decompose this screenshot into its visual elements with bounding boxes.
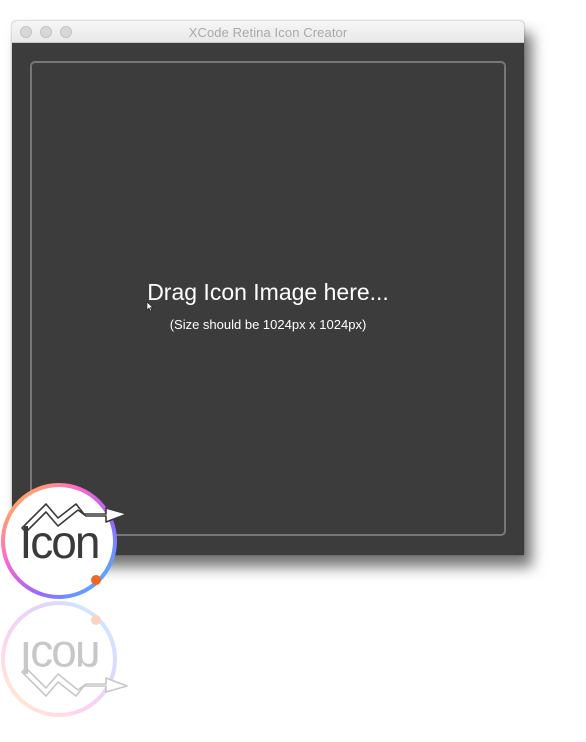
cursor-pointer-icon <box>146 301 154 312</box>
drop-zone-subtitle: (Size should be 1024px x 1024px) <box>169 317 367 332</box>
window-title: XCode Retina Icon Creator <box>188 25 348 40</box>
drop-zone-title: Drag Icon Image here... <box>147 279 389 305</box>
app-logo: Icon <box>0 482 132 600</box>
title-bar[interactable]: XCode Retina Icon Creator <box>12 21 524 43</box>
app-logo-label: Icon <box>19 516 101 568</box>
app-window: XCode Retina Icon Creator Drag Icon Imag… <box>12 21 524 555</box>
app-logo-reflection: Icon <box>0 600 132 718</box>
app-logo-reflection-label: Icon <box>19 632 99 684</box>
